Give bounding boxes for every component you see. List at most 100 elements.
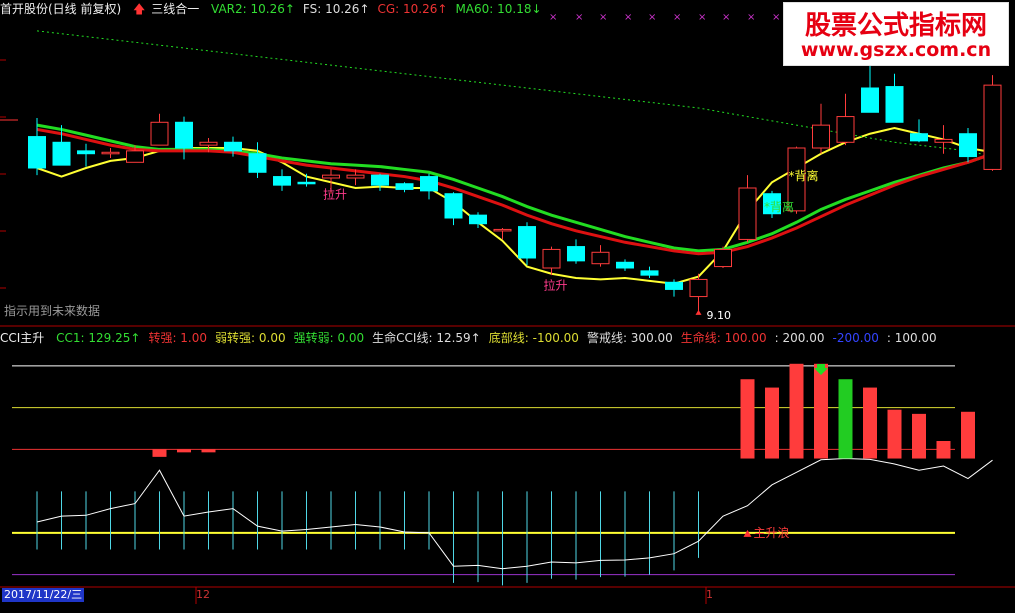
candle-body <box>248 153 267 173</box>
candle-body <box>738 187 757 240</box>
candle-body <box>175 121 193 149</box>
main-header-value-2: CG: 10.26↑ <box>377 2 448 16</box>
cci-bar <box>838 379 853 459</box>
indicator-header-value-0: CC1: 129.25↑ <box>56 331 141 345</box>
cci-bar <box>912 413 926 459</box>
indicator-header-value-8: : 200.00 <box>774 331 825 345</box>
candle <box>934 125 953 154</box>
indicator-header-value-1: 转强: 1.00 <box>148 331 208 345</box>
candle <box>738 175 757 243</box>
signal-cross-icon: × <box>747 12 755 23</box>
candle-body <box>812 124 830 149</box>
indicator-header-value-3: 强转弱: 0.00 <box>293 331 365 345</box>
indicator-name: 三线合一 <box>151 2 200 16</box>
indicator-header-value-2: 弱转强: 0.00 <box>215 331 286 345</box>
signal-cross-icon: × <box>549 12 557 23</box>
low-price-label: 9.10 <box>707 309 732 322</box>
cci-bar <box>936 441 951 459</box>
cci-bar <box>152 449 167 457</box>
cci-bar <box>740 379 755 459</box>
candle-body <box>616 261 634 269</box>
signal-cross-icon: × <box>673 12 681 23</box>
candle-body <box>199 141 218 146</box>
candle <box>983 75 1002 171</box>
candle-body <box>983 84 1002 170</box>
candle <box>175 116 193 160</box>
candle <box>150 113 169 146</box>
cursor-date: 2017/11/22/三 <box>2 588 85 602</box>
candle <box>714 246 732 268</box>
chart-stage[interactable]: 拉升拉升*背离*背离9.10×××××××××××××××××主升浪 首开股份(… <box>0 0 1015 609</box>
candle <box>812 103 830 154</box>
main-wave-label: 主升浪 <box>754 525 790 540</box>
candle-body <box>297 181 316 185</box>
candle <box>640 266 659 278</box>
candle-body <box>493 228 512 232</box>
cci-bar <box>201 449 216 453</box>
candle-body <box>224 141 242 152</box>
candle-body <box>150 121 169 146</box>
indicator-header-value-5: 底部线: -100.00 <box>488 331 579 345</box>
candle <box>591 245 610 267</box>
candle-body <box>836 116 855 143</box>
candle <box>273 169 291 191</box>
cci-bar <box>789 363 804 459</box>
main-header-items: VAR2: 10.26↑ FS: 10.26↑ CG: 10.26↑ MA60: 10… <box>211 2 550 16</box>
candle <box>77 143 95 167</box>
candle-body <box>934 138 953 143</box>
signal-cross-icon: × <box>648 12 656 23</box>
candle <box>420 173 438 200</box>
chart-annotation-1: 拉升 <box>544 278 568 293</box>
indicator-header-value-7: 生命线: 100.00 <box>680 331 767 345</box>
candle <box>910 119 928 143</box>
indicator-header: CCI主升 CC1: 129.25↑ 转强: 1.00 弱转强: 0.00 强转弱: … <box>0 329 945 347</box>
candle <box>959 128 977 163</box>
indicator-header-value-6: 警戒线: 300.00 <box>586 331 673 345</box>
signal-cross-icon: × <box>599 12 607 23</box>
signal-cross-icon: × <box>722 12 730 23</box>
year-tick: 1 <box>706 588 713 601</box>
candle-body <box>689 278 708 298</box>
candle-body <box>910 133 928 142</box>
candle <box>444 192 463 226</box>
candle <box>542 246 561 276</box>
indicator-header-items: CC1: 129.25↑ 转强: 1.00 弱转强: 0.00 强转弱: 0.00 生命… <box>56 331 945 345</box>
watermark-logo: 股票公式指标网 www.gszx.com.cn <box>783 2 1009 66</box>
candle-body <box>567 246 585 262</box>
main-title: 首开股份(日线 前复权) <box>0 2 122 16</box>
future-data-note: 指示用到未来数据 <box>4 304 101 318</box>
signal-cross-icon: × <box>772 12 780 23</box>
cci-bar <box>814 363 828 459</box>
candle-body <box>518 226 536 259</box>
signal-cross-icon: × <box>624 12 632 23</box>
candle <box>885 73 904 123</box>
candle <box>836 93 855 146</box>
cci-bar <box>765 387 779 459</box>
watermark-line2: www.gszx.com.cn <box>800 39 992 61</box>
candle-body <box>273 176 291 186</box>
indicator-header-value-4: 生命CCI线: 12.59↑ <box>372 331 481 345</box>
candle-body <box>665 281 683 290</box>
candle-body <box>959 133 977 158</box>
signal-cross-icon: × <box>698 12 706 23</box>
chart-annotation-0: 拉升 <box>323 186 347 201</box>
indicator-header-value-10: : 100.00 <box>886 331 937 345</box>
chart-svg[interactable]: 拉升拉升*背离*背离9.10×××××××××××××××××主升浪 <box>0 0 1015 609</box>
candle <box>567 239 585 264</box>
candle-body <box>28 136 46 169</box>
candle-body <box>861 87 879 113</box>
candle <box>665 279 683 297</box>
candle-body <box>395 183 414 190</box>
candle-body <box>371 174 389 186</box>
candle <box>371 173 389 191</box>
cci-bar <box>961 411 975 459</box>
candle-body <box>469 214 487 225</box>
candle-body <box>444 193 463 219</box>
main-header-value-1: FS: 10.26↑ <box>302 2 370 16</box>
candle-body <box>52 141 71 166</box>
cci-line <box>36 458 993 570</box>
up-arrow-icon: 🡅 <box>133 2 146 16</box>
chart-annotation-3: *背离 <box>764 199 794 214</box>
candle <box>689 273 708 311</box>
candle <box>248 142 267 178</box>
